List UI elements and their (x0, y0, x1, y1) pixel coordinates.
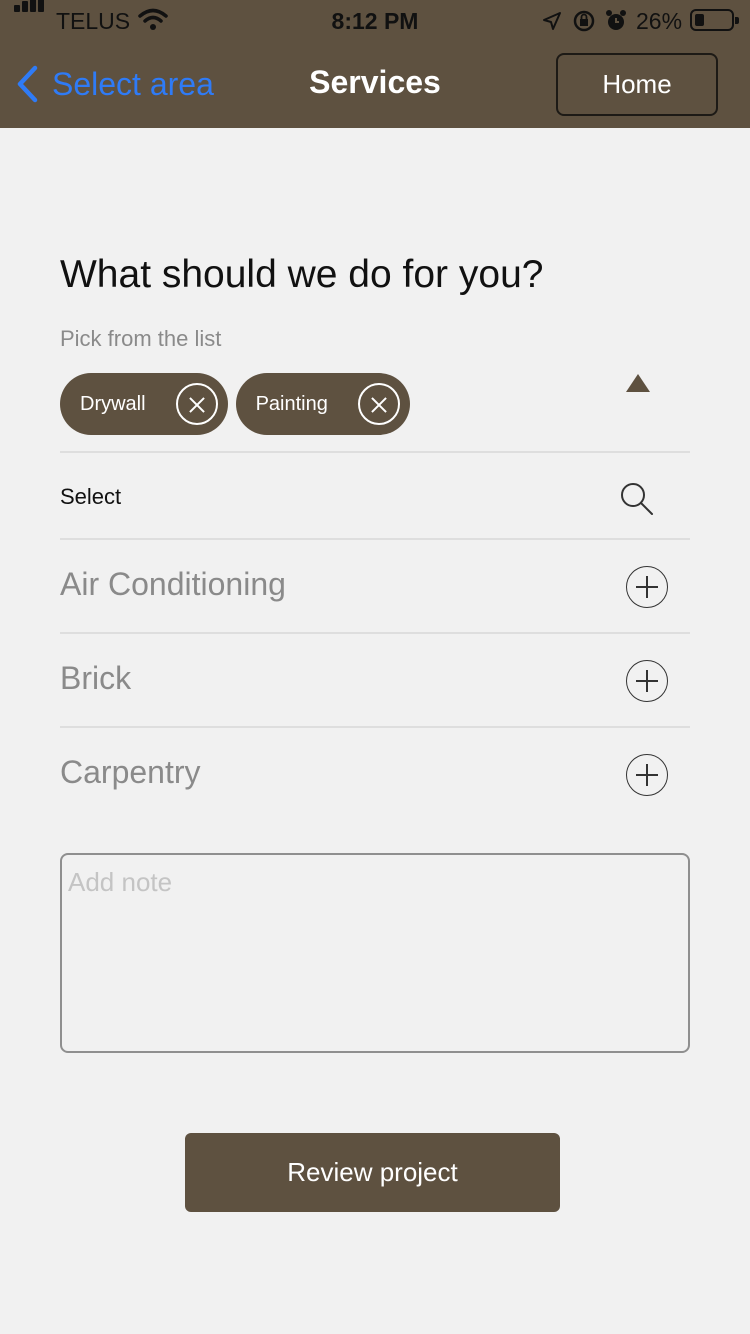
remove-chip-icon[interactable] (357, 383, 400, 425)
selected-chip-painting: Painting (235, 373, 410, 435)
add-circle-icon[interactable] (626, 754, 668, 796)
add-circle-icon[interactable] (626, 660, 668, 702)
service-item-air-conditioning[interactable]: Air Conditioning (60, 540, 690, 632)
home-button[interactable]: Home (556, 53, 718, 116)
battery-percent: 26% (636, 8, 683, 34)
section-heading: What should we do for you? (60, 253, 544, 296)
remove-chip-icon[interactable] (175, 383, 218, 425)
divider (60, 451, 690, 453)
battery-icon (690, 9, 739, 31)
nav-bar: TELUS 8:12 PM 26% Select area Services H… (0, 0, 750, 128)
chip-label: Painting (255, 392, 328, 415)
select-label: Select (60, 484, 122, 509)
battery-level (695, 14, 704, 26)
selected-chip-drywall: Drywall (60, 373, 228, 435)
location-icon (543, 12, 561, 30)
search-icon[interactable] (618, 480, 656, 518)
service-label: Brick (60, 660, 132, 696)
orientation-lock-icon (573, 10, 595, 32)
add-note-field[interactable] (60, 853, 690, 1053)
add-circle-icon[interactable] (626, 566, 668, 608)
review-project-button[interactable]: Review project (185, 1133, 560, 1212)
alarm-icon (606, 10, 626, 30)
select-search-row[interactable]: Select (60, 454, 690, 538)
chip-label: Drywall (80, 392, 146, 415)
service-label: Carpentry (60, 754, 201, 790)
selected-services: Drywall Painting (60, 373, 410, 435)
service-item-carpentry[interactable]: Carpentry (60, 728, 690, 820)
status-bar: TELUS 8:12 PM 26% (0, 0, 750, 40)
service-label: Air Conditioning (60, 566, 286, 602)
service-item-brick[interactable]: Brick (60, 634, 690, 726)
section-subheading: Pick from the list (60, 326, 222, 351)
collapse-caret-icon[interactable] (626, 374, 650, 392)
